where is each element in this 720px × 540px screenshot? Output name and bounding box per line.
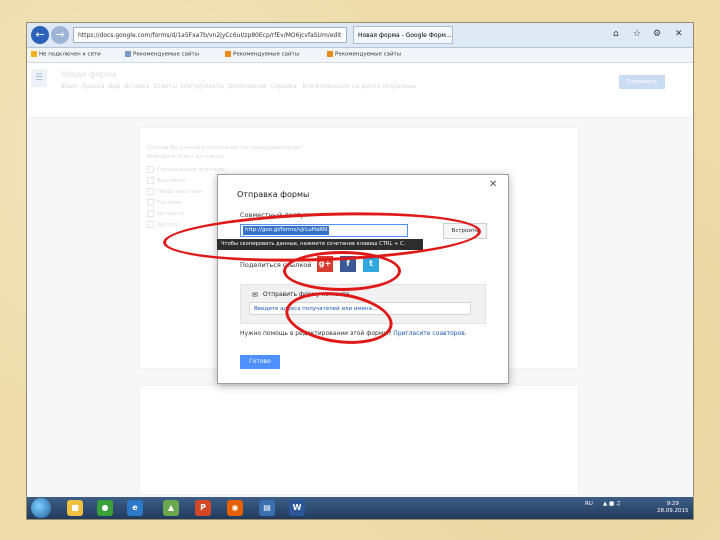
bookmark-icon [327,51,333,57]
tab-google-forms[interactable]: Новая форма - Google Форм... [353,26,453,44]
back-button[interactable]: ← [31,26,49,44]
forward-button[interactable]: → [51,26,69,44]
envelope-icon: ✉ [252,291,258,299]
dialog-title: Отправка формы [237,190,310,199]
close-window-icon[interactable]: ✕ [675,29,683,39]
bookmark-item[interactable]: Рекомендуемые сайты [225,51,299,58]
ie-icon[interactable]: e [127,500,143,516]
invite-collaborators-link[interactable]: Пригласите соавторов. [393,330,466,337]
star-icon[interactable]: ☆ [633,29,641,39]
clock[interactable]: 9:29 28.09.2015 [657,501,689,515]
bookmark-item[interactable]: Рекомендуемые сайты [125,51,199,58]
media-icon[interactable]: ● [97,500,113,516]
done-button[interactable]: Готово [240,355,280,369]
explorer-icon[interactable]: ■ [67,500,83,516]
bookmark-item[interactable]: Рекомендуемые сайты [327,51,401,58]
clock-time: 9:29 [666,501,679,507]
new-tab-button[interactable] [457,26,487,44]
home-icon[interactable]: ⌂ [613,29,619,39]
close-icon[interactable]: ✕ [489,179,497,190]
firefox-icon[interactable]: ◉ [227,500,243,516]
screenshot: ← → https://docs.google.com/forms/d/1a5F… [26,22,694,520]
address-bar[interactable]: https://docs.google.com/forms/d/1a5Fxa7b… [73,27,347,43]
word-icon[interactable]: W [289,500,305,516]
bookmark-icon [225,51,231,57]
powerpoint-icon[interactable]: P [195,500,211,516]
clock-date: 28.09.2015 [657,508,689,514]
annotation-oval-social [283,251,401,291]
bookmark-icon [125,51,131,57]
tray-icons[interactable]: ▲ ■ ♫ [603,501,621,507]
start-button[interactable] [31,498,51,518]
bookmark-icon [31,51,37,57]
language-indicator[interactable]: RU [585,501,593,507]
bookmark-item[interactable]: Не подключен к сети [31,51,101,58]
gear-icon[interactable]: ⚙ [653,29,661,39]
app-icon[interactable]: ▤ [259,500,275,516]
app-icon[interactable]: ▲ [163,500,179,516]
